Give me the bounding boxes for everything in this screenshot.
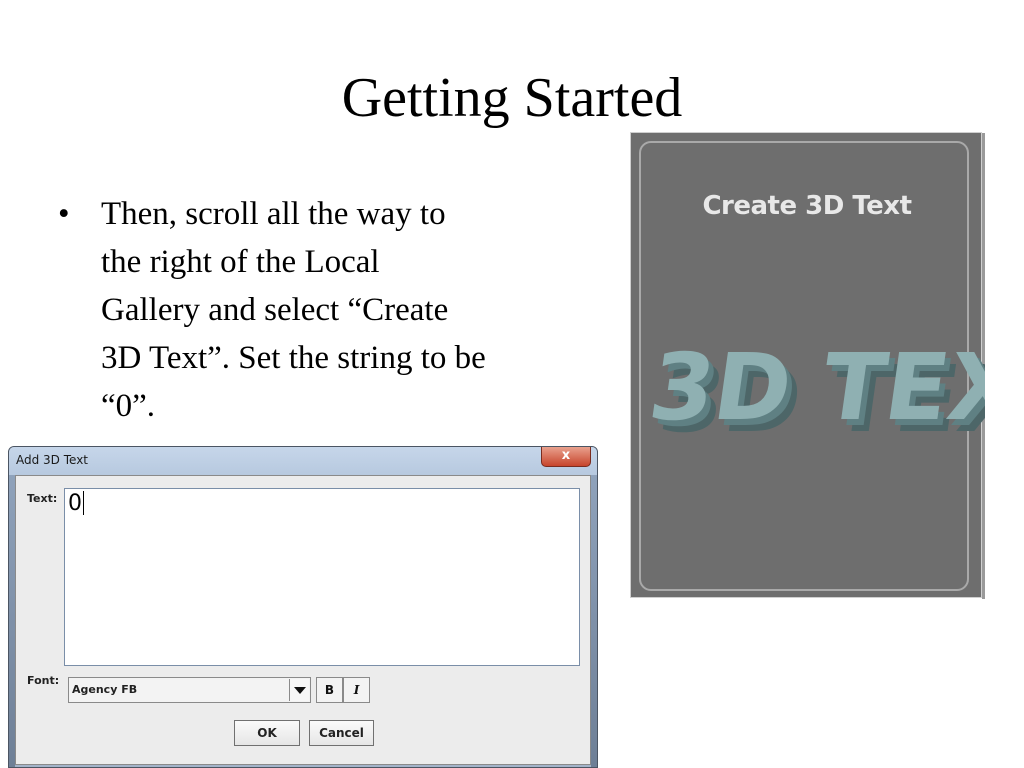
bold-button[interactable]: B [316, 677, 343, 703]
chevron-down-icon[interactable] [289, 679, 309, 701]
dialog-body: Text: 0 Font: Agency FB B I OK Cancel [15, 475, 591, 765]
dialog-title: Add 3D Text [16, 453, 89, 467]
add-3d-text-dialog: Add 3D Text x Text: 0 Font: Agency FB B … [8, 446, 598, 768]
text-input-value: 0 [68, 491, 82, 516]
font-select[interactable]: Agency FB [68, 677, 311, 703]
text-caret [83, 491, 84, 515]
slide-title: Getting Started [341, 67, 683, 129]
close-button[interactable]: x [541, 447, 591, 467]
cancel-button[interactable]: Cancel [309, 720, 374, 746]
create-3d-text-gallery-item[interactable]: Create 3D Text 3D TEXT 3D TEXT 3D TEXT [630, 132, 985, 599]
bullet-item: • Then, scroll all the way to the right … [58, 190, 498, 430]
text-input[interactable]: 0 [64, 488, 580, 666]
bullet-text: Then, scroll all the way to the right of… [101, 196, 486, 424]
ok-button[interactable]: OK [234, 720, 300, 746]
thumbnail-front-text: 3D TEXT [645, 333, 985, 440]
dialog-frame-right [591, 475, 597, 767]
dialog-titlebar[interactable]: Add 3D Text x [9, 447, 597, 475]
font-label: Font: [27, 674, 60, 687]
font-select-value: Agency FB [72, 683, 138, 696]
3d-text-thumbnail-icon: 3D TEXT 3D TEXT 3D TEXT [645, 333, 985, 452]
text-label: Text: [27, 492, 58, 505]
bullet-dot: • [58, 196, 70, 232]
gallery-card-label: Create 3D Text [702, 191, 912, 221]
italic-button[interactable]: I [343, 677, 370, 703]
